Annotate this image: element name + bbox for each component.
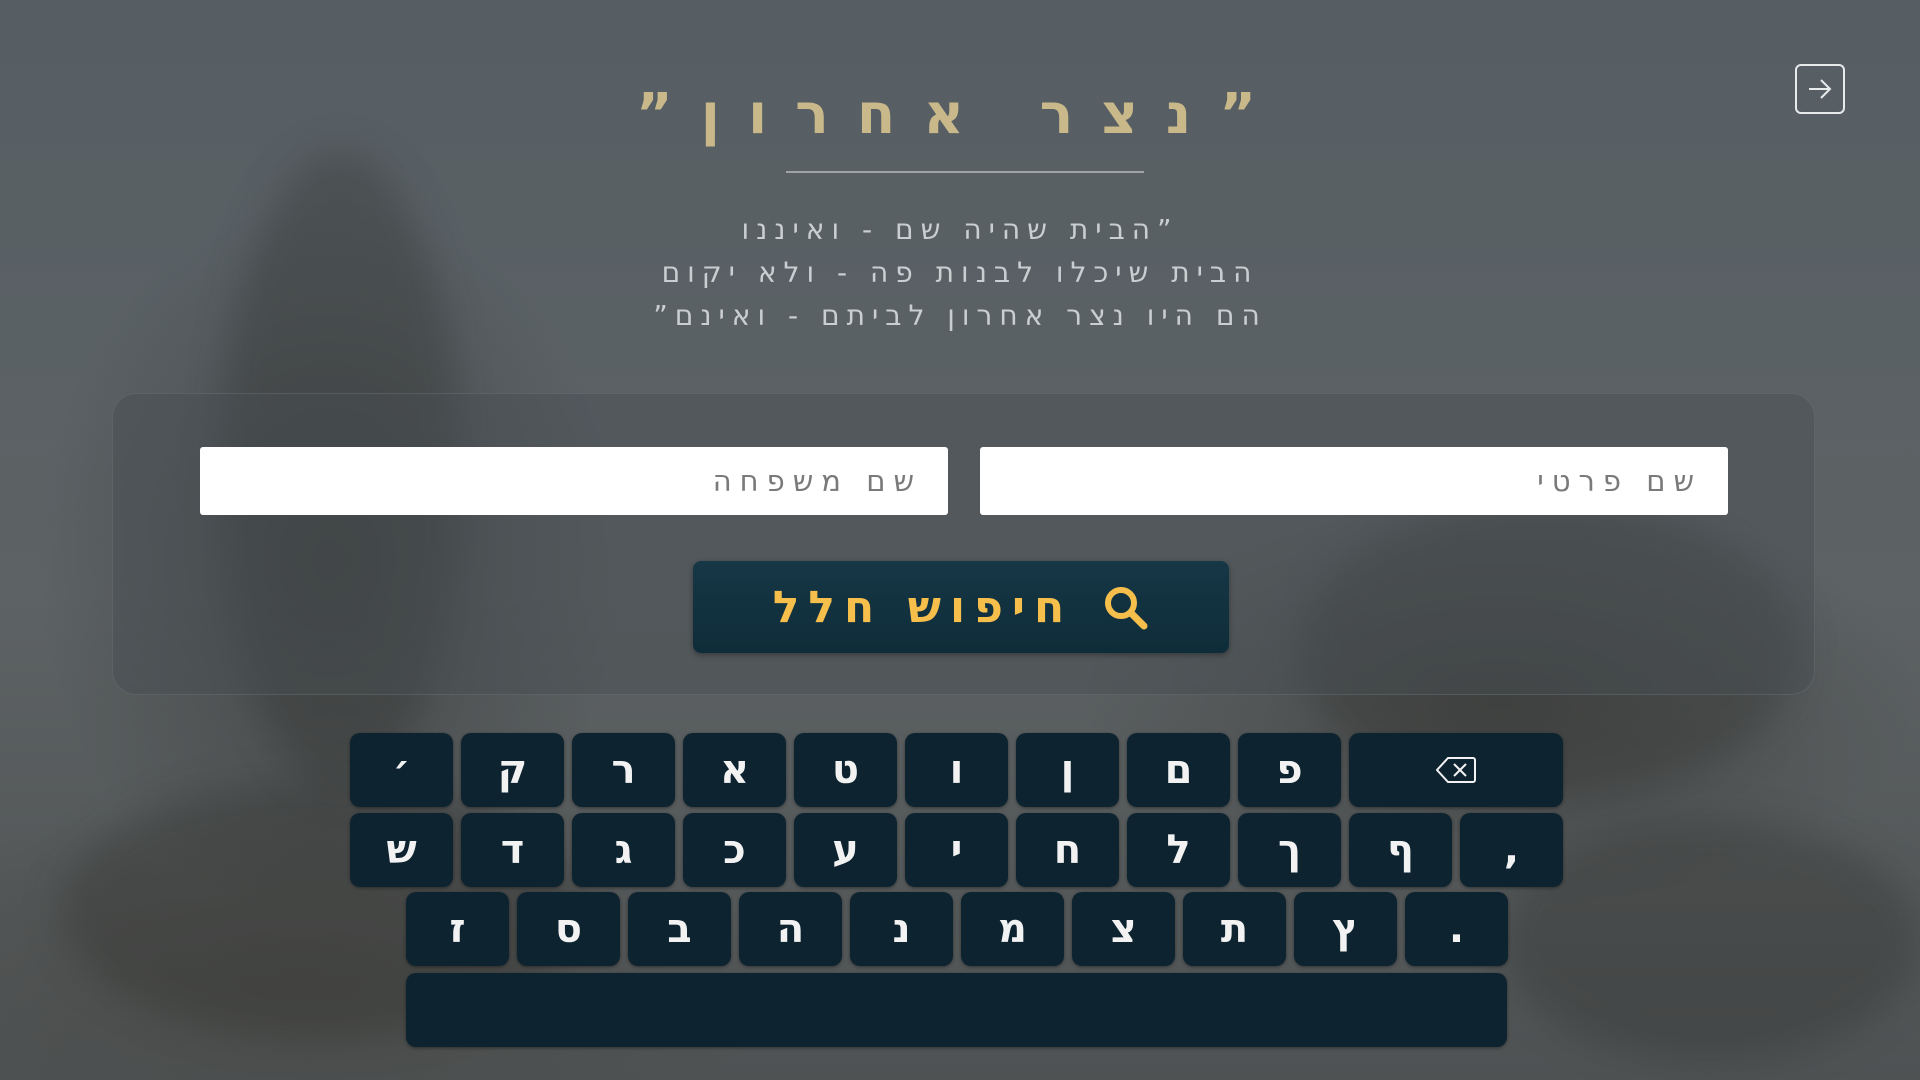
key[interactable]: ב [628,892,731,966]
key[interactable]: א [683,733,786,807]
key[interactable]: ן [1016,733,1119,807]
last-name-field[interactable] [200,447,948,515]
key[interactable]: כ [683,813,786,887]
key[interactable]: ץ [1294,892,1397,966]
keyboard-row-4 [406,973,1507,1047]
key[interactable]: ש [350,813,453,887]
quote-line-1: ”הבית שהיה שם - ואיננו [741,213,1179,246]
key[interactable]: ׳ [350,733,453,807]
key[interactable]: ע [794,813,897,887]
key[interactable]: ו [905,733,1008,807]
title-underline [786,171,1144,173]
key[interactable]: י [905,813,1008,887]
key[interactable]: ח [1016,813,1119,887]
quote-block: ”הבית שהיה שם - ואיננו הבית שיכלו לבנות … [0,208,1920,337]
key[interactable]: ל [1127,813,1230,887]
key[interactable]: ק [461,733,564,807]
quote-line-3: הם היו נצר אחרון לביתם - ואינם” [653,299,1267,332]
quote-line-2: הבית שיכלו לבנות פה - ולא יקום [661,256,1259,289]
key[interactable]: ך [1238,813,1341,887]
search-button[interactable]: חיפוש חלל [693,561,1229,653]
keyboard-row-1: ׳ ק ר א ט ו ן ם פ [350,733,1563,807]
key[interactable]: , [1460,813,1563,887]
key[interactable]: פ [1238,733,1341,807]
key[interactable]: צ [1072,892,1175,966]
key[interactable]: ה [739,892,842,966]
backspace-key[interactable] [1349,733,1563,807]
search-icon [1105,587,1148,630]
key[interactable]: ר [572,733,675,807]
key[interactable]: ם [1127,733,1230,807]
keyboard-row-2: ש ד ג כ ע י ח ל ך ף , [350,813,1563,887]
page-title: ”נצר אחרון” [635,82,1285,147]
key[interactable]: מ [961,892,1064,966]
search-button-label: חיפוש חלל [772,581,1074,633]
key[interactable]: ד [461,813,564,887]
key[interactable]: ז [406,892,509,966]
key[interactable]: נ [850,892,953,966]
key[interactable]: . [1405,892,1508,966]
space-key[interactable] [406,973,1507,1047]
key[interactable]: ט [794,733,897,807]
backspace-icon [1436,757,1476,783]
keyboard-row-3: ז ס ב ה נ מ צ ת ץ . [406,892,1508,966]
key[interactable]: ג [572,813,675,887]
key[interactable]: ף [1349,813,1452,887]
key[interactable]: ס [517,892,620,966]
key[interactable]: ת [1183,892,1286,966]
first-name-field[interactable] [980,447,1728,515]
